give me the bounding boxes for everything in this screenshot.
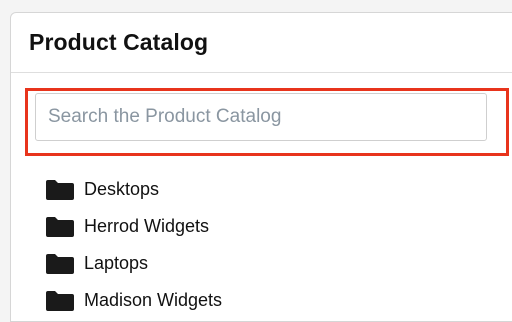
catalog-item-madison-widgets[interactable]: Madison Widgets xyxy=(45,282,222,319)
folder-icon xyxy=(45,216,75,238)
catalog-item-desktops[interactable]: Desktops xyxy=(45,171,222,208)
catalog-item-label: Desktops xyxy=(84,179,160,199)
catalog-item-label: Madison Widgets xyxy=(84,290,223,310)
catalog-tree: Desktops Herrod Widgets Laptops Madison … xyxy=(45,171,222,319)
catalog-item-label: Laptops xyxy=(84,253,149,273)
folder-icon xyxy=(45,179,75,201)
panel-title: Product Catalog xyxy=(29,29,209,55)
search-input[interactable] xyxy=(35,93,487,141)
panel-header: Product Catalog xyxy=(11,13,512,73)
folder-icon xyxy=(45,290,75,312)
catalog-item-herrod-widgets[interactable]: Herrod Widgets xyxy=(45,208,222,245)
catalog-item-label: Herrod Widgets xyxy=(84,216,210,236)
product-catalog-panel: Product Catalog Desktops Herrod Widgets … xyxy=(10,12,512,322)
folder-icon xyxy=(45,253,75,275)
catalog-item-laptops[interactable]: Laptops xyxy=(45,245,222,282)
